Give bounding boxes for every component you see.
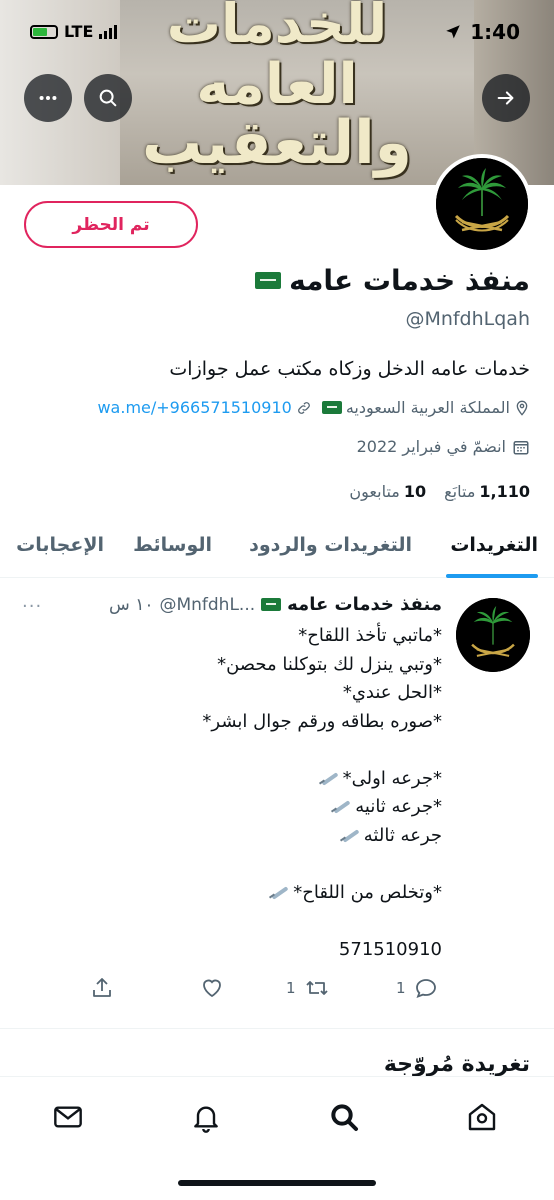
signal-icon: [99, 24, 118, 39]
tweet-time: ١٠ س: [109, 594, 154, 615]
tab-media[interactable]: الوسائط: [133, 534, 212, 556]
tweet-line: *ماتبي تأخذ اللقاح*: [298, 625, 442, 646]
nav-search[interactable]: [324, 1097, 364, 1137]
nav-home[interactable]: [462, 1097, 502, 1137]
bell-icon: [194, 1106, 218, 1133]
tweet-line-row: *وتخلص من اللقاح*: [82, 879, 442, 908]
tweet-line: *وتخلص من اللقاح*: [293, 881, 442, 903]
tweet-line: *وتبي ينزل لك بتوكلنا محصن*: [217, 653, 442, 675]
followers-label: متابعون: [349, 482, 400, 501]
active-tab-indicator: [446, 574, 538, 578]
heart-icon: [203, 979, 221, 998]
tweet-line: *صوره بطاقه ورقم جوال ابشر*: [202, 710, 442, 732]
follow-stats: 1,110متابَع 10متابعون: [349, 482, 530, 501]
tab-tweets[interactable]: التغريدات: [450, 534, 538, 556]
calendar-icon: [513, 440, 529, 454]
retweet-icon: [305, 981, 328, 995]
search-button[interactable]: [84, 74, 132, 122]
more-icon: [39, 95, 57, 101]
profile-meta-row: المملكة العربية السعوديه wa.me/+96657151…: [97, 398, 530, 417]
syringe-icon: [269, 886, 291, 900]
profile-name: منفذ خدمات عامه: [255, 264, 530, 297]
tab-likes[interactable]: الإعجابات: [16, 534, 104, 556]
profile-tabs: التغريدات التغريدات والردود الوسائط الإع…: [0, 520, 554, 578]
tweet-avatar[interactable]: [456, 598, 530, 672]
followers-count: 10: [403, 482, 427, 501]
tweet-line-row: جرعه ثالثه: [82, 822, 442, 851]
tweet-line: [82, 850, 442, 879]
nav-messages[interactable]: [48, 1097, 88, 1137]
tweet-author-name[interactable]: منفذ خدمات عامه: [287, 594, 442, 615]
location-pin-icon: [516, 400, 528, 416]
blocked-button[interactable]: تم الحظر: [24, 201, 198, 248]
profile-name-text: منفذ خدمات عامه: [289, 264, 530, 297]
banner-line-3: والتعقيب: [142, 108, 412, 178]
reply-icon: [415, 979, 436, 999]
tweet-line: جرعه ثالثه: [363, 824, 442, 846]
retweet-button[interactable]: 1: [286, 976, 330, 1000]
search-icon: [99, 89, 117, 107]
retweet-count: 1: [286, 979, 296, 997]
share-button[interactable]: [90, 976, 114, 1000]
arrow-right-icon: [497, 91, 514, 105]
clock: 1:40: [444, 20, 520, 44]
link-text[interactable]: wa.me/+966571510910: [97, 398, 291, 417]
tweet-line: *الحل عندي*: [342, 682, 442, 703]
saudi-flag-icon: [255, 272, 282, 289]
location-arrow-icon: [446, 25, 460, 39]
following-label: متابَع: [444, 482, 476, 501]
tweet-actions: 1 1: [0, 976, 554, 1004]
following-stat[interactable]: 1,110متابَع: [444, 482, 530, 501]
more-button[interactable]: [24, 74, 72, 122]
syringe-icon: [319, 772, 341, 786]
profile-avatar[interactable]: [432, 154, 532, 254]
tweet-line: 571510910: [338, 938, 442, 960]
share-icon: [93, 978, 111, 997]
tweet-line: *جرعه اولى*: [342, 767, 442, 789]
following-count: 1,110: [479, 482, 530, 501]
home-icon: [468, 1103, 496, 1131]
location-text: المملكة العربية السعوديه: [345, 398, 510, 417]
promoted-heading: تغريدة مُروّجة: [383, 1052, 530, 1077]
followers-stat[interactable]: 10متابعون: [349, 482, 426, 501]
home-indicator: [178, 1180, 376, 1186]
joined-text: انضمّ في فبراير 2022: [356, 437, 506, 456]
saudi-flag-icon: [261, 598, 282, 611]
reply-count: 1: [396, 979, 406, 997]
link-icon: [297, 401, 310, 414]
tweet-line: [82, 736, 442, 765]
profile-link[interactable]: wa.me/+966571510910: [97, 398, 311, 417]
forward-button[interactable]: [482, 74, 530, 122]
like-button[interactable]: [200, 976, 224, 1000]
network-indicator: LTE: [30, 22, 118, 41]
tab-tweets-replies[interactable]: التغريدات والردود: [249, 534, 412, 556]
profile-joined: انضمّ في فبراير 2022: [357, 437, 530, 456]
clock-time: 1:40: [470, 20, 520, 44]
reply-button[interactable]: 1: [396, 976, 438, 1000]
tweet-header: منفذ خدمات عامه @MnfdhL... ١٠ س: [109, 594, 442, 615]
search-icon: [331, 1104, 358, 1131]
profile-bio: خدمات عامه الدخل وزكاه مكتب عمل جوازات: [169, 358, 530, 380]
nav-notifications[interactable]: [186, 1097, 226, 1137]
saudi-flag-icon: [321, 401, 342, 414]
palm-swords-emblem-icon: [456, 598, 530, 672]
syringe-icon: [331, 800, 353, 814]
tweet-author-handle: @MnfdhL...: [159, 594, 256, 615]
tweet-divider: [0, 1028, 554, 1029]
tweet-text: *ماتبي تأخذ اللقاح* *وتبي ينزل لك بتوكلن…: [82, 622, 442, 964]
palm-swords-emblem-icon: [436, 158, 528, 250]
tweet-line-row: *جرعه ثانيه: [82, 793, 442, 822]
tweet-line: *جرعه ثانيه: [355, 796, 442, 817]
profile-location: المملكة العربية السعوديه: [321, 398, 530, 417]
tweet-more-button[interactable]: ···: [22, 596, 42, 617]
tweet-line: [82, 907, 442, 936]
status-bar: LTE 1:40: [0, 0, 554, 66]
syringe-icon: [340, 829, 362, 843]
mail-icon: [54, 1106, 82, 1128]
profile-handle: @MnfdhLqah: [405, 308, 530, 330]
tweet-line-row: *جرعه اولى*: [82, 765, 442, 794]
battery-icon: [30, 24, 58, 39]
network-label: LTE: [64, 22, 94, 41]
